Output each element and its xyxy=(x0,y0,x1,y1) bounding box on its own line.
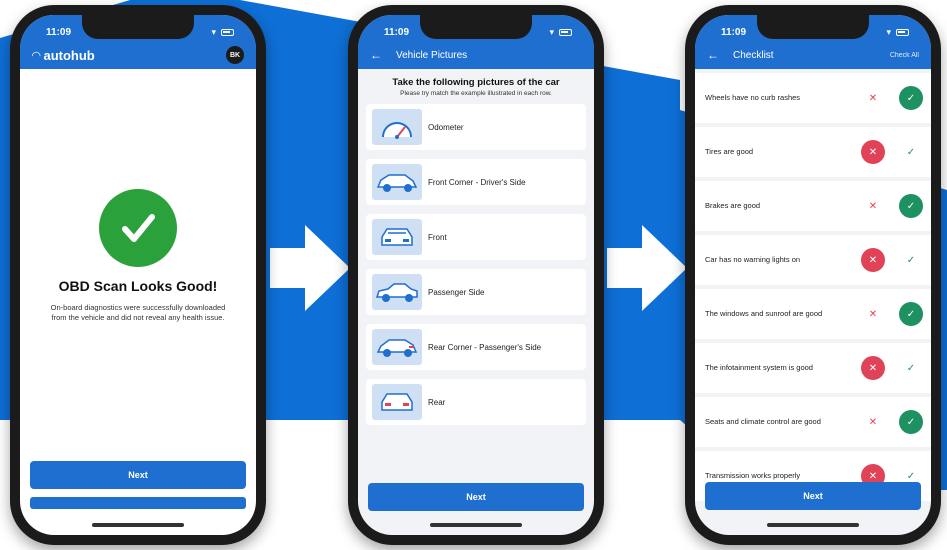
checklist-label: The windows and sunroof are good xyxy=(705,309,823,319)
phone-checklist: 11:09 ▾ ← Checklist Check All Wheels hav… xyxy=(685,5,941,545)
picture-label: Passenger Side xyxy=(428,287,485,297)
accept-check-icon[interactable]: ✓ xyxy=(899,86,923,110)
odometer-icon xyxy=(372,109,422,146)
home-indicator xyxy=(430,523,522,527)
picture-row-odometer[interactable]: Odometer xyxy=(366,104,586,151)
car-front-corner-icon xyxy=(372,164,422,201)
notch xyxy=(82,15,194,39)
picture-row-rear[interactable]: Rear xyxy=(366,379,586,426)
checklist-row: Wheels have no curb rashes ✕ ✓ xyxy=(695,73,931,123)
checklist: Wheels have no curb rashes ✕ ✓ Tires are go… xyxy=(695,73,931,501)
status-icons: ▾ xyxy=(211,27,234,38)
check-icon xyxy=(99,189,177,267)
reject-x-icon[interactable]: ✕ xyxy=(861,86,885,110)
next-button[interactable]: Next xyxy=(368,483,584,511)
checklist-label: Car has no warning lights on xyxy=(705,255,801,265)
checklist-row: Tires are good ✕ ✓ xyxy=(695,127,931,177)
accept-check-icon[interactable]: ✓ xyxy=(899,248,923,272)
back-arrow-icon[interactable]: ← xyxy=(370,48,382,62)
status-time: 11:09 xyxy=(721,27,747,38)
scan-result-title: OBD Scan Looks Good! xyxy=(58,278,218,294)
brand-logo[interactable]: ◠ autohub xyxy=(32,48,95,63)
checklist-label: Seats and climate control are good xyxy=(705,417,821,427)
battery-icon xyxy=(221,29,234,36)
checklist-row: Seats and climate control are good ✕ ✓ xyxy=(695,397,931,447)
accept-check-icon[interactable]: ✓ xyxy=(899,140,923,164)
checklist-row: The infotainment system is good ✕ ✓ xyxy=(695,343,931,393)
app-header: ← Checklist Check All xyxy=(695,41,931,69)
pictures-header: Take the following pictures of the car P… xyxy=(358,69,594,98)
brand-name: autohub xyxy=(43,47,95,63)
picture-row-front-corner[interactable]: Front Corner - Driver's Side xyxy=(366,159,586,206)
status-icons: ▾ xyxy=(549,27,572,38)
picture-row-front[interactable]: Front xyxy=(366,214,586,261)
picture-row-passenger-side[interactable]: Passenger Side xyxy=(366,269,586,316)
reject-x-icon[interactable]: ✕ xyxy=(861,248,885,272)
reject-x-icon[interactable]: ✕ xyxy=(861,356,885,380)
picture-list: Odometer Front Corner - Driver's Side Fr… xyxy=(358,98,594,426)
wifi-icon: ▾ xyxy=(886,27,891,37)
reject-x-icon[interactable]: ✕ xyxy=(861,140,885,164)
page-title: Checklist xyxy=(733,49,774,61)
checklist-label: Brakes are good xyxy=(705,201,761,211)
screen-checklist: 11:09 ▾ ← Checklist Check All Wheels hav… xyxy=(695,15,931,535)
autohub-logo-icon: ◠ xyxy=(32,49,41,62)
reject-x-icon[interactable]: ✕ xyxy=(861,302,885,326)
car-side-icon xyxy=(372,274,422,311)
picture-label: Front Corner - Driver's Side xyxy=(428,177,526,187)
car-rear-icon xyxy=(372,384,422,421)
notch xyxy=(420,15,532,39)
notch xyxy=(757,15,869,39)
status-icons: ▾ xyxy=(886,27,909,38)
car-rear-corner-icon xyxy=(372,329,422,366)
phone-obd-scan: 11:09 ▾ ◠ autohub BK OBD Scan Looks Good… xyxy=(10,5,266,545)
app-header: ← Vehicle Pictures xyxy=(358,41,594,69)
status-time: 11:09 xyxy=(46,27,72,38)
screen-obd-scan: 11:09 ▾ ◠ autohub BK OBD Scan Looks Good… xyxy=(20,15,256,535)
checklist-label: Tires are good xyxy=(705,147,754,157)
home-indicator xyxy=(92,523,184,527)
check-mark-icon xyxy=(122,214,155,242)
scan-result-description: On-board diagnostics were successfully d… xyxy=(50,303,226,323)
phone-vehicle-pictures: 11:09 ▾ ← Vehicle Pictures Take the foll… xyxy=(348,5,604,545)
check-all-button[interactable]: Check All xyxy=(890,52,919,59)
checklist-label: Wheels have no curb rashes xyxy=(705,93,801,103)
battery-icon xyxy=(559,29,572,36)
car-front-icon xyxy=(372,219,422,256)
picture-row-rear-corner[interactable]: Rear Corner - Passenger's Side xyxy=(366,324,586,371)
next-button[interactable]: Next xyxy=(30,461,246,489)
accept-check-icon[interactable]: ✓ xyxy=(899,410,923,434)
secondary-button[interactable] xyxy=(30,497,246,509)
picture-label: Rear xyxy=(428,397,446,407)
accept-check-icon[interactable]: ✓ xyxy=(899,356,923,380)
avatar[interactable]: BK xyxy=(226,46,244,64)
checklist-label: The infotainment system is good xyxy=(705,363,813,373)
checklist-row: Car has no warning lights on ✕ ✓ xyxy=(695,235,931,285)
next-button[interactable]: Next xyxy=(705,482,921,510)
back-arrow-icon[interactable]: ← xyxy=(707,48,719,62)
page-title: Vehicle Pictures xyxy=(396,49,468,61)
picture-label: Odometer xyxy=(428,122,464,132)
accept-check-icon[interactable]: ✓ xyxy=(899,302,923,326)
wifi-icon: ▾ xyxy=(211,27,216,37)
pictures-subheading: Please try match the example illustrated… xyxy=(400,90,552,97)
reject-x-icon[interactable]: ✕ xyxy=(861,410,885,434)
reject-x-icon[interactable]: ✕ xyxy=(861,194,885,218)
checklist-row: Brakes are good ✕ ✓ xyxy=(695,181,931,231)
home-indicator xyxy=(767,523,859,527)
checklist-row: The windows and sunroof are good ✕ ✓ xyxy=(695,289,931,339)
picture-label: Rear Corner - Passenger's Side xyxy=(428,342,542,352)
battery-icon xyxy=(896,29,909,36)
checklist-label: Transmission works properly xyxy=(705,471,801,481)
pictures-heading: Take the following pictures of the car xyxy=(392,77,560,88)
accept-check-icon[interactable]: ✓ xyxy=(899,194,923,218)
wifi-icon: ▾ xyxy=(549,27,554,37)
status-time: 11:09 xyxy=(384,27,410,38)
screen-vehicle-pictures: 11:09 ▾ ← Vehicle Pictures Take the foll… xyxy=(358,15,594,535)
app-header: ◠ autohub BK xyxy=(20,41,256,69)
picture-label: Front xyxy=(428,232,447,242)
